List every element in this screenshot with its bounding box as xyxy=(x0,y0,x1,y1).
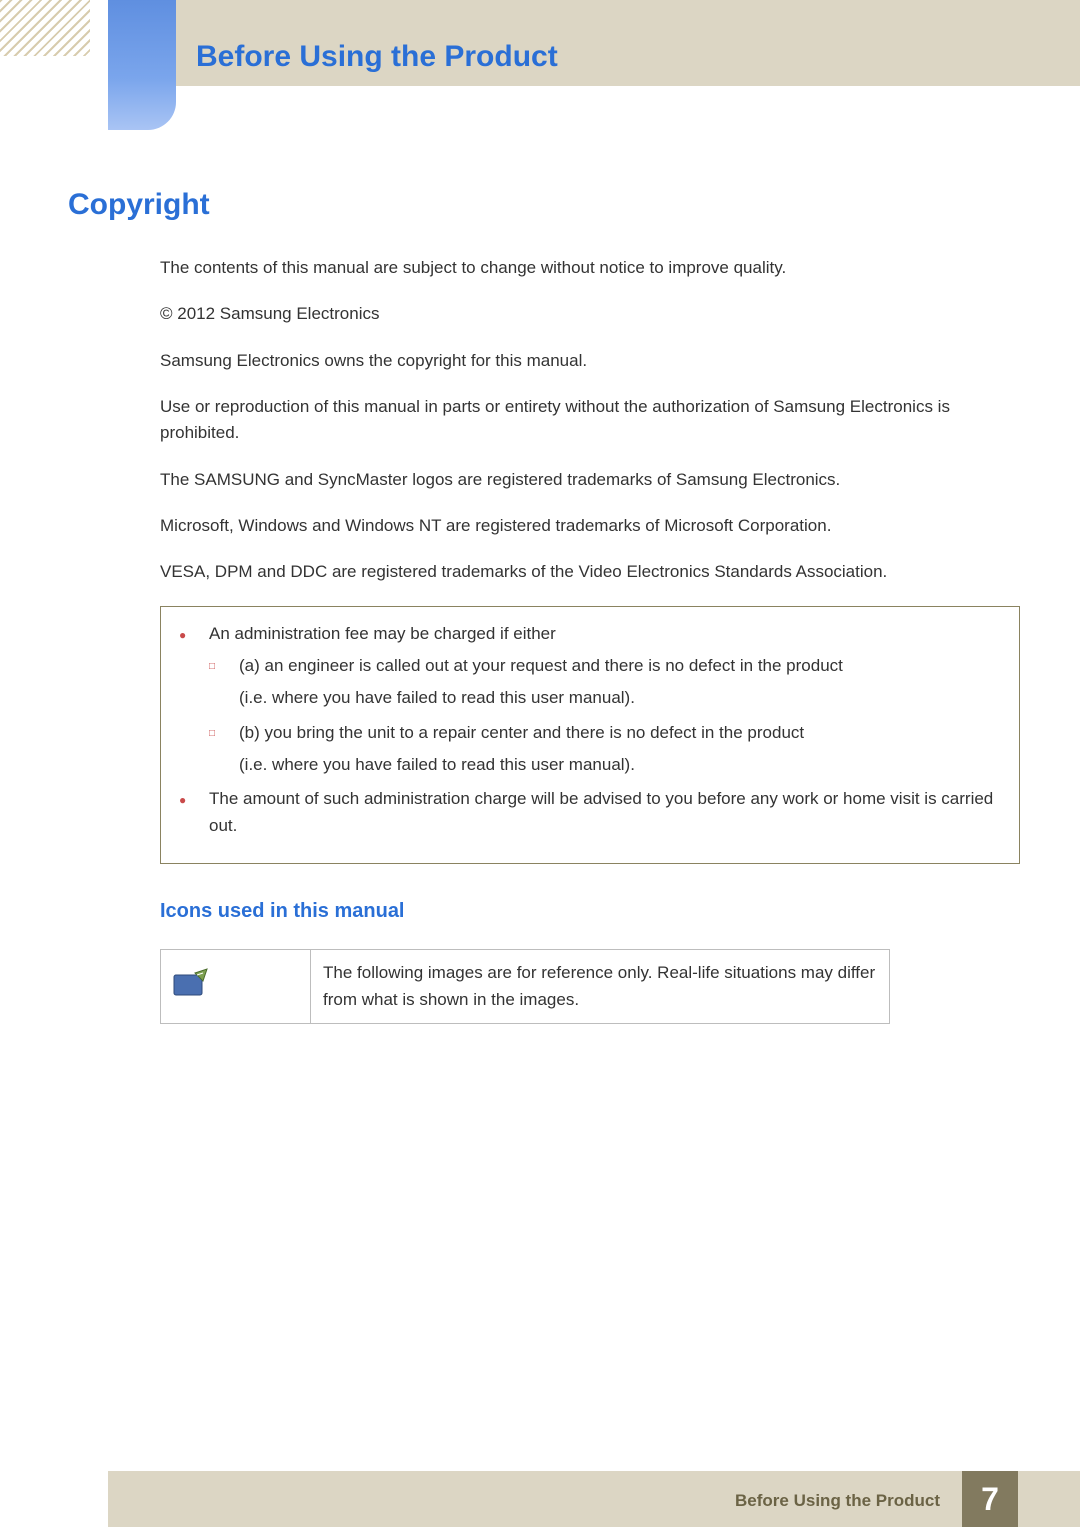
decorative-stripes xyxy=(0,0,90,56)
note-sub-text: (a) an engineer is called out at your re… xyxy=(239,653,843,679)
section-title: Copyright xyxy=(68,188,210,222)
subsection-title: Icons used in this manual xyxy=(160,896,1020,927)
icon-description: The following images are for reference o… xyxy=(311,950,890,1024)
chapter-title: Before Using the Product xyxy=(196,40,558,74)
paragraph: Samsung Electronics owns the copyright f… xyxy=(160,348,1020,374)
icons-table: The following images are for reference o… xyxy=(160,949,890,1024)
paragraph: The contents of this manual are subject … xyxy=(160,255,1020,281)
body-content: The contents of this manual are subject … xyxy=(160,255,1020,1024)
paragraph: The SAMSUNG and SyncMaster logos are reg… xyxy=(160,467,1020,493)
note-sub-text: (i.e. where you have failed to read this… xyxy=(239,752,1001,778)
note-sub-text: (b) you bring the unit to a repair cente… xyxy=(239,720,804,746)
footer-chapter-label: Before Using the Product xyxy=(735,1491,940,1511)
paragraph: © 2012 Samsung Electronics xyxy=(160,301,1020,327)
paragraph: Microsoft, Windows and Windows NT are re… xyxy=(160,513,1020,539)
bullet-icon: ● xyxy=(179,786,209,839)
page-number: 7 xyxy=(962,1471,1018,1527)
note-sub-text: (i.e. where you have failed to read this… xyxy=(239,685,1001,711)
note-bullet-text: The amount of such administration charge… xyxy=(209,786,1001,839)
bullet-icon: ● xyxy=(179,621,209,647)
sub-bullet-icon: □ xyxy=(209,720,239,746)
sub-bullet-icon: □ xyxy=(209,653,239,679)
paragraph: Use or reproduction of this manual in pa… xyxy=(160,394,1020,447)
chapter-tab xyxy=(108,0,176,130)
note-box: ● An administration fee may be charged i… xyxy=(160,606,1020,864)
note-bullet-text: An administration fee may be charged if … xyxy=(209,621,556,647)
icon-cell xyxy=(161,950,311,1024)
paragraph: VESA, DPM and DDC are registered tradema… xyxy=(160,559,1020,585)
reference-image-icon xyxy=(173,967,209,997)
